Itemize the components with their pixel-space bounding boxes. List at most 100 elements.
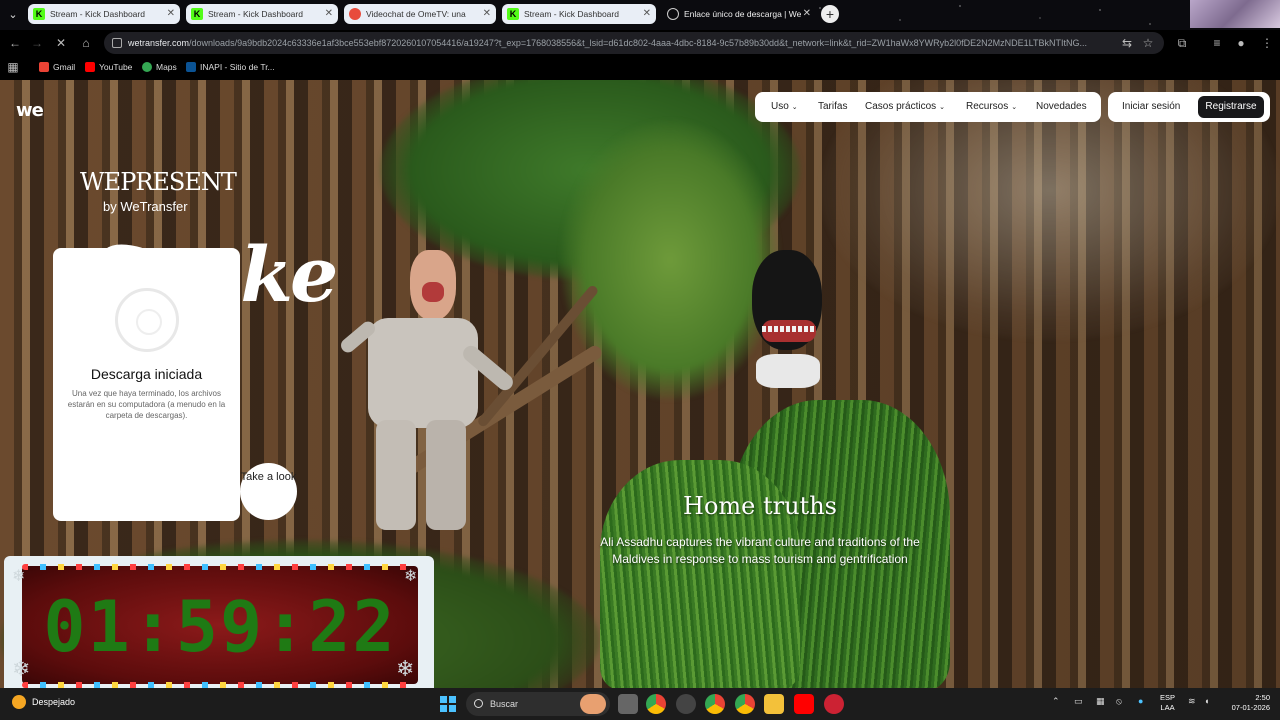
chevron-down-icon: ⌄ (791, 104, 798, 111)
snowflake-icon: ❄ (404, 568, 418, 585)
forward-arrow-icon[interactable]: → (28, 34, 46, 52)
close-tab-icon[interactable]: ✕ (483, 4, 491, 24)
home-icon[interactable]: ⌂ (77, 34, 95, 52)
download-description: Una vez que haya terminado, los archivos… (67, 389, 226, 420)
start-button[interactable] (440, 696, 456, 712)
language-indicator[interactable]: ESP LAA (1160, 693, 1175, 713)
take-a-look-button[interactable]: Take a look (240, 463, 297, 520)
snowflake-icon: ❄ (12, 568, 26, 585)
task-view-icon[interactable] (618, 694, 638, 714)
wifi-icon[interactable]: ≋ (1188, 696, 1196, 707)
more-menu-icon[interactable]: ⋮ (1258, 34, 1276, 52)
clock-date: 07-01-2026 (1231, 703, 1270, 712)
file-explorer-icon[interactable] (764, 694, 784, 714)
countdown-overlay: ❄ ❄ ❄ ❄ 01:59:22 (4, 556, 434, 696)
chrome-icon[interactable] (646, 694, 666, 714)
close-tab-icon[interactable]: ✕ (643, 4, 651, 24)
weather-label: Despejado (32, 697, 76, 707)
tray-overflow-icon[interactable]: ⌃ (1052, 696, 1060, 707)
close-tab-icon[interactable]: ✕ (325, 4, 333, 24)
obs-icon[interactable] (676, 694, 696, 714)
chrome-profile-icon[interactable] (735, 694, 755, 714)
app-notification-icon[interactable] (824, 694, 844, 714)
bookmark-label: INAPI - Sitio de Tr... (200, 62, 275, 72)
bookmark-star-icon[interactable]: ☆ (1139, 34, 1157, 52)
tray-app-icon[interactable]: ▭ (1074, 696, 1083, 707)
bookmark-gmail[interactable]: Gmail (39, 56, 75, 78)
tab-label: Stream - Kick Dashboard (208, 9, 303, 19)
search-highlight-icon[interactable] (580, 694, 606, 714)
url-path: /downloads/9a9bdb2024c63336e1af3bce553eb… (189, 38, 1087, 48)
close-tab-icon[interactable]: ✕ (167, 4, 175, 24)
clock-time: 2:50 (1255, 693, 1270, 702)
gmail-icon (39, 62, 49, 72)
nav-label: Novedades (1036, 101, 1087, 112)
weather-widget[interactable]: Despejado (12, 695, 76, 709)
close-tab-icon[interactable]: ✕ (803, 4, 811, 24)
windows-logo-icon (449, 696, 456, 703)
bookmark-label: YouTube (99, 62, 133, 72)
tab-ometv[interactable]: Videochat de OmeTV: una ✕ (344, 4, 496, 24)
bookmark-maps[interactable]: Maps (142, 56, 177, 78)
youtube-app-icon[interactable] (794, 694, 814, 714)
nav-novedades[interactable]: Novedades (1036, 92, 1087, 122)
tab-label: Stream - Kick Dashboard (50, 9, 145, 19)
tab-label: Enlace único de descarga | We (684, 9, 802, 19)
bookmark-inapi[interactable]: INAPI - Sitio de Tr... (186, 56, 275, 78)
chrome-profile-icon[interactable] (705, 694, 725, 714)
masked-figure-white (338, 250, 517, 540)
browser-toolbar: ← → ✕ ⌂ wetransfer.com/downloads/9a9bdb2… (0, 30, 1280, 56)
nav-casos-practicos[interactable]: Casos prácticos ⌄ (865, 92, 945, 123)
address-bar[interactable]: wetransfer.com/downloads/9a9bdb2024c6333… (104, 32, 1164, 54)
chevron-down-icon: ⌄ (1011, 104, 1018, 111)
profile-avatar-icon[interactable]: ● (1232, 34, 1250, 52)
translate-icon[interactable]: ⇆ (1118, 34, 1136, 52)
nav-recursos[interactable]: Recursos ⌄ (966, 92, 1017, 123)
nav-label: Recursos (966, 101, 1009, 112)
tab-kick-dashboard-3[interactable]: K Stream - Kick Dashboard ✕ (502, 4, 656, 24)
system-clock[interactable]: 2:50 07-01-2026 (1222, 693, 1270, 713)
kick-icon: K (507, 8, 519, 20)
hero-title[interactable]: Home truths (600, 492, 920, 520)
tab-kick-dashboard-1[interactable]: K Stream - Kick Dashboard ✕ (28, 4, 180, 24)
tab-search-icon[interactable]: ⌄ (4, 6, 22, 24)
url-host: wetransfer.com (128, 38, 190, 48)
stop-loading-icon[interactable]: ✕ (52, 34, 70, 52)
christmas-lights (22, 564, 418, 570)
tab-kick-dashboard-2[interactable]: K Stream - Kick Dashboard ✕ (186, 4, 338, 24)
register-button[interactable]: Registrarse (1198, 96, 1264, 118)
search-icon (474, 699, 483, 708)
windows-taskbar: Despejado Buscar ⌃ ▭ ▦ ⦸ ● ESP LAA ≋ ◖ 2… (0, 688, 1280, 720)
bookmark-label: Maps (156, 62, 177, 72)
nav-label: Tarifas (818, 101, 848, 112)
login-button[interactable]: Iniciar sesión (1122, 92, 1180, 122)
nav-tarifas[interactable]: Tarifas (818, 92, 847, 122)
main-nav: Uso ⌄ Tarifas Casos prácticos ⌄ Recursos ⌄ … (755, 92, 1101, 122)
volume-icon[interactable]: ◖ (1204, 696, 1209, 706)
wepresent-title: WEPRESENT (80, 168, 237, 196)
youtube-icon (85, 62, 95, 72)
bookmark-youtube[interactable]: YouTube (85, 56, 132, 78)
apps-grid-icon[interactable]: ▦ (4, 58, 22, 76)
bookmark-label: Gmail (53, 62, 76, 72)
nav-label: Casos prácticos (865, 101, 937, 112)
tray-app-icon[interactable]: ▦ (1096, 696, 1105, 707)
wetransfer-logo[interactable]: we (16, 100, 44, 121)
masked-figure-grass (580, 250, 960, 688)
site-info-icon[interactable] (112, 38, 122, 48)
search-placeholder: Buscar (490, 699, 519, 709)
new-tab-button[interactable]: + (821, 5, 839, 23)
window-controls-background (1190, 0, 1280, 28)
inapi-icon (186, 62, 196, 72)
tab-wetransfer-active[interactable]: Enlace único de descarga | We ✕ (662, 4, 816, 24)
tray-app-icon[interactable]: ⦸ (1116, 696, 1122, 707)
kick-icon: K (33, 8, 45, 20)
back-arrow-icon[interactable]: ← (6, 34, 24, 52)
sun-icon (12, 695, 26, 709)
microphone-icon[interactable]: ● (1138, 696, 1143, 706)
download-spinner-icon (115, 288, 179, 352)
nav-uso[interactable]: Uso ⌄ (771, 92, 798, 123)
media-controls-icon[interactable]: ≡ (1208, 34, 1226, 52)
extensions-icon[interactable]: ⧉ (1173, 34, 1191, 52)
maps-icon (142, 62, 152, 72)
